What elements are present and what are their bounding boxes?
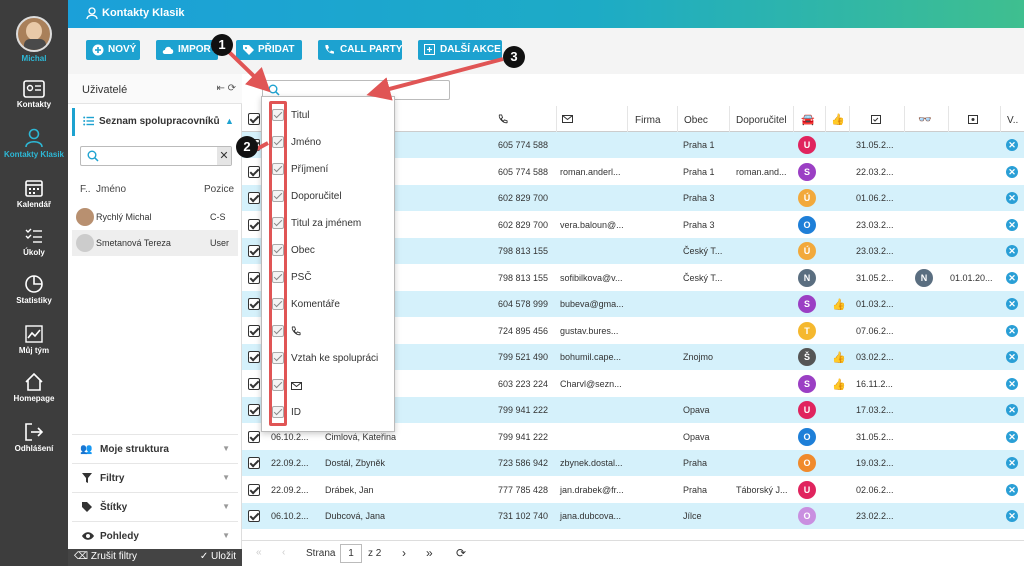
callout-3: 3 — [503, 46, 525, 68]
callout-1: 1 — [211, 34, 233, 56]
callout-2: 2 — [236, 136, 258, 158]
annotation-arrows — [226, 49, 504, 152]
